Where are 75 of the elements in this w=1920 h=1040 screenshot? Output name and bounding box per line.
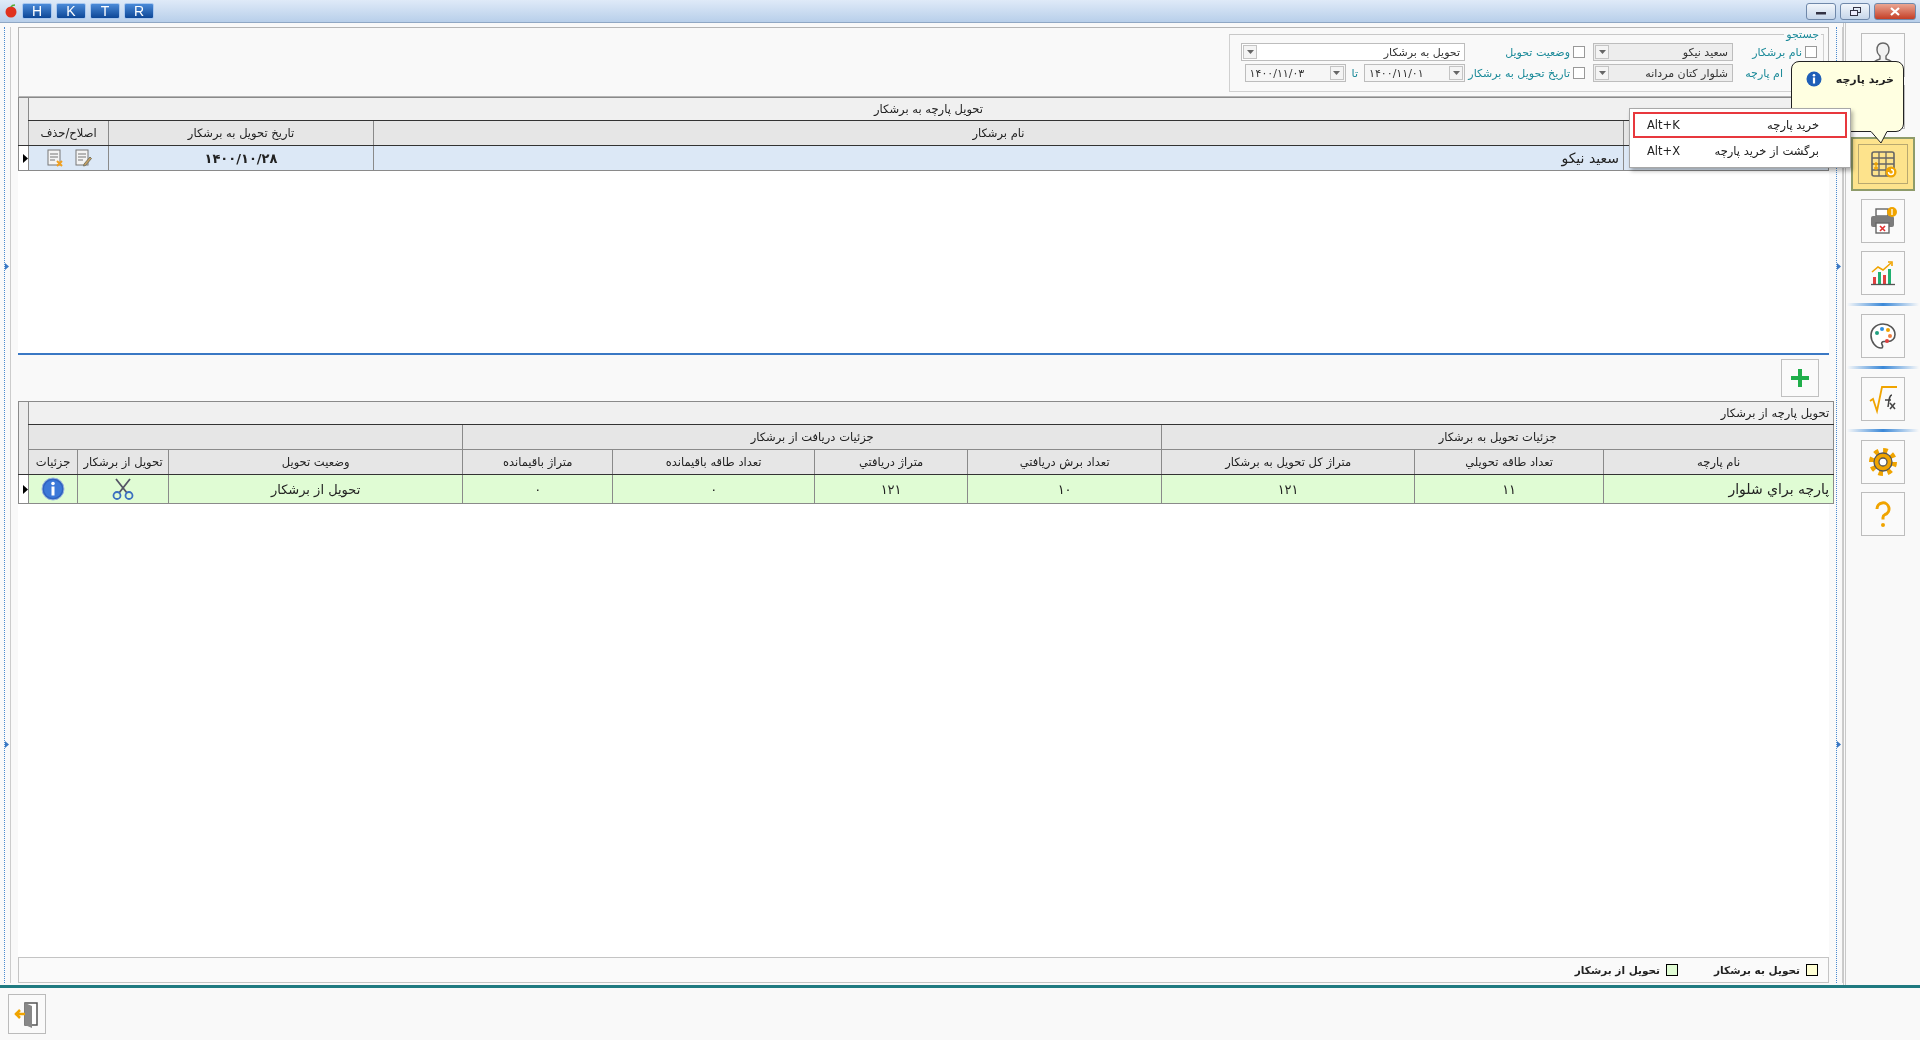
checkbox-label: نام برشکار bbox=[1752, 45, 1802, 59]
app-button[interactable]: R bbox=[124, 3, 154, 19]
expand-arrow-icon bbox=[1837, 262, 1841, 270]
table-cell: پارچه براي شلوار bbox=[1603, 474, 1834, 504]
column-header: تعداد طاقه تحویلي bbox=[1414, 449, 1604, 475]
column-header: متراژ دریافتي bbox=[814, 449, 968, 475]
settings-icon bbox=[1867, 446, 1899, 478]
table-row[interactable]: پارچه براي شلوار ۱۱ ۱۲۱ ۱۰ ۱۲۱ ۰ ۰ تحویل از برشکار bbox=[18, 474, 1834, 504]
app-button[interactable]: K bbox=[56, 3, 86, 19]
column-header: تعداد طاقه باقیمانده bbox=[612, 449, 815, 475]
column-header: نام برشکار bbox=[373, 120, 1624, 146]
table-cell: ۱۰ bbox=[967, 474, 1162, 504]
dropdown[interactable]: ۱۴۰۰/۱۱/۰۳ bbox=[1244, 64, 1346, 82]
dropdown[interactable]: تحویل به برشکار bbox=[1241, 43, 1465, 61]
table-cell: ۱۲۱ bbox=[1161, 474, 1415, 504]
apple-icon bbox=[4, 4, 18, 18]
minimize-button[interactable] bbox=[1806, 2, 1836, 20]
column-header: متراژ کل تحویل به برشکار bbox=[1161, 449, 1415, 475]
column-group-header: جزئیات تحویل به برشکار bbox=[1161, 424, 1834, 450]
dropdown[interactable]: ۱۴۰۰/۱۱/۰۱ bbox=[1364, 64, 1465, 82]
caret-icon bbox=[1598, 50, 1606, 54]
close-icon bbox=[1890, 6, 1900, 16]
app-button[interactable]: T bbox=[90, 3, 120, 19]
group-title: جستجو bbox=[1784, 28, 1820, 41]
caret-icon bbox=[1598, 71, 1606, 75]
table-cell: ۰ bbox=[612, 474, 815, 504]
table-title: تحویل پارچه از برشکار bbox=[28, 401, 1834, 425]
exit-button[interactable] bbox=[8, 994, 46, 1034]
app-button[interactable]: H bbox=[22, 3, 52, 19]
column-header: اصلاح/حذف bbox=[28, 120, 109, 146]
caret-icon bbox=[1246, 50, 1254, 54]
dropdown[interactable]: شلوار کتان مردانه bbox=[1593, 64, 1733, 82]
legend-label: تحویل از برشکار bbox=[1574, 964, 1661, 976]
plus-icon bbox=[1789, 367, 1811, 389]
expand-arrow-icon bbox=[5, 740, 9, 748]
toolbar-button[interactable] bbox=[1861, 314, 1905, 358]
restore-icon bbox=[1849, 6, 1861, 16]
column-header: تاریخ تحویل به برشکار bbox=[108, 120, 374, 146]
checkbox[interactable] bbox=[1573, 46, 1585, 58]
table-cell: سعید نیکو bbox=[373, 145, 1624, 171]
table-cell: ۱۱ bbox=[1414, 474, 1604, 504]
table-cell: تحویل از برشکار bbox=[168, 474, 463, 504]
column-group-header: جزئیات دریافت از برشکار bbox=[462, 424, 1162, 450]
tooltip-title: خرید پارچه bbox=[1835, 72, 1894, 86]
restore-button[interactable] bbox=[1840, 2, 1870, 20]
expand-arrow-icon bbox=[5, 262, 9, 270]
column-header: نام پارچه bbox=[1603, 449, 1834, 475]
column-header: تعداد برش دریافتي bbox=[967, 449, 1162, 475]
table-cell: ۰ bbox=[462, 474, 613, 504]
caret-icon bbox=[1452, 71, 1460, 75]
column-header: متراژ باقیمانده bbox=[462, 449, 613, 475]
caret-icon bbox=[1333, 71, 1341, 75]
range-label: تا bbox=[1351, 66, 1358, 80]
column-header: وضعیت تحویل bbox=[168, 449, 463, 475]
table-cell: ۱۲۱ bbox=[814, 474, 968, 504]
legend-label: تحویل به برشکار bbox=[1714, 964, 1800, 976]
checkbox-label: تاریخ تحویل به برشکار bbox=[1468, 66, 1570, 80]
info-icon bbox=[41, 477, 66, 501]
row-pointer-icon bbox=[23, 153, 28, 163]
column-header: تحویل از برشکار bbox=[77, 449, 169, 475]
palette-icon bbox=[1867, 320, 1899, 352]
exit-door-icon bbox=[13, 1000, 41, 1028]
delete-icon bbox=[45, 149, 64, 167]
checkbox[interactable] bbox=[1573, 67, 1585, 79]
add-button[interactable] bbox=[1781, 359, 1819, 397]
expand-arrow-icon bbox=[1837, 740, 1841, 748]
dropdown[interactable]: سعید نیکو bbox=[1593, 43, 1733, 61]
edit-icon bbox=[73, 149, 92, 167]
checkbox-label: وضعیت تحویل bbox=[1505, 45, 1570, 59]
info-icon bbox=[1805, 71, 1822, 87]
formula-icon bbox=[1867, 383, 1899, 415]
checkbox[interactable] bbox=[1805, 46, 1817, 58]
table-cell: ۱۴۰۰/۱۰/۲۸ bbox=[108, 145, 374, 171]
field-label: ام پارچه bbox=[1745, 66, 1783, 80]
close-button[interactable] bbox=[1874, 2, 1916, 20]
